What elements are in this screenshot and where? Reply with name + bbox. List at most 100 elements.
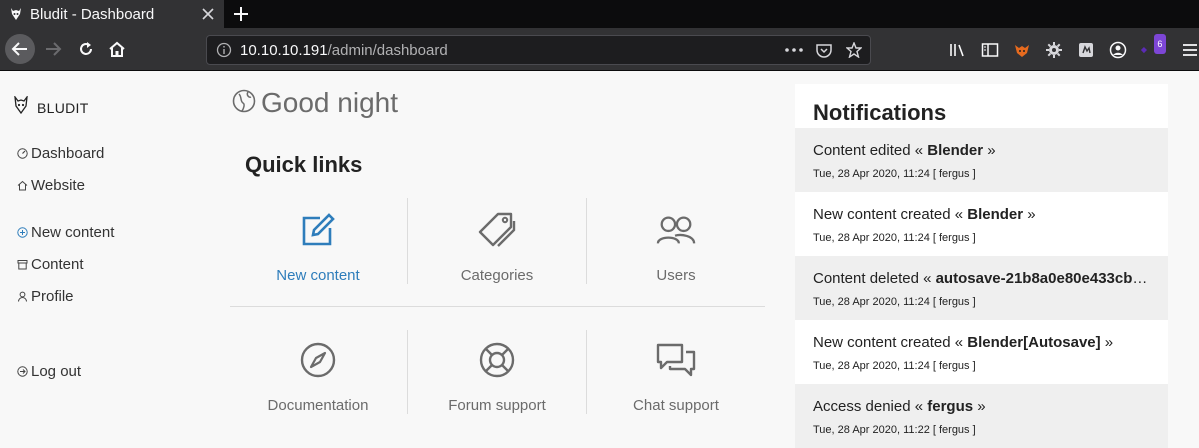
tab-bar: Bludit - Dashboard [0,0,1199,28]
page-actions-icon[interactable] [784,41,804,59]
url-path: /admin/dashboard [327,41,448,59]
notification-item: New content created « Blender[Autosave] … [795,320,1168,384]
home-icon [16,180,28,192]
quick-link-label: Forum support [448,397,546,414]
sidebar-toggle-icon[interactable] [980,40,1000,60]
extension-cookie-icon[interactable] [1076,40,1096,60]
sidebar-item-profile[interactable]: Profile [16,288,74,305]
notification-subject: Blender [927,142,984,159]
foxyproxy-icon[interactable] [1012,40,1032,60]
sidebar-item-content[interactable]: Content [16,256,84,273]
greeting-text: Good night [261,87,398,118]
notification-suffix: » [1100,334,1114,351]
url-host: 10.10.10.191 [240,41,328,59]
notification-subject: Blender [967,206,1024,223]
reload-icon[interactable] [71,34,101,64]
notification-suffix: » [1023,206,1036,223]
quick-link-label: Chat support [633,397,719,414]
quick-link-label: Categories [460,267,534,284]
notification-prefix: Content edited « [813,142,928,159]
sidebar-item-label: New content [31,224,115,241]
sidebar-item-label: Content [31,256,84,273]
page-content: BLUDIT Dashboard Website New content Con… [0,72,1199,448]
dashboard-main: Good night Quick links New content Categ… [222,72,782,447]
bookmark-star-icon[interactable] [844,41,864,59]
notification-meta: Tue, 28 Apr 2020, 11:24 [ fergus ] [813,360,976,372]
notification-suffix: … [1149,270,1153,287]
quick-link-documentation[interactable]: Documentation [229,328,407,414]
site-info-icon[interactable] [216,42,232,58]
settings-gear-icon[interactable] [1044,40,1064,60]
url-text: 10.10.10.191/admin/dashboard [240,42,448,59]
account-icon[interactable] [1108,40,1128,60]
notification-meta: Tue, 28 Apr 2020, 11:22 [ fergus ] [813,424,976,436]
notification-subject: autosave-21b8a0e80e433cb74 [935,270,1150,287]
navigation-toolbar: 10.10.10.191/admin/dashboard 6 [0,28,1199,71]
tags-icon [477,210,517,249]
notification-meta: Tue, 28 Apr 2020, 11:24 [ fergus ] [813,232,976,244]
extension-purple-icon[interactable]: 6 [1140,34,1166,60]
quick-link-label: Documentation [267,397,369,414]
users-icon [656,210,696,249]
brand-name: BLUDIT [37,99,89,116]
notification-meta: Tue, 28 Apr 2020, 11:24 [ fergus ] [813,296,976,308]
compass-icon [298,340,338,379]
hamburger-menu-icon[interactable] [1180,40,1199,60]
dashboard-icon [16,148,28,160]
forward-icon[interactable] [38,34,68,64]
greeting: Good night [232,87,398,119]
sidebar: BLUDIT Dashboard Website New content Con… [0,72,210,447]
edit-icon [298,210,338,249]
sidebar-item-dashboard[interactable]: Dashboard [16,145,104,162]
notification-subject: Blender[Autosave] [967,334,1101,351]
quick-link-label: New content [276,267,360,284]
notification-item: New content created « Blender » Tue, 28 … [795,192,1168,256]
notification-prefix: New content created « [813,206,968,223]
sidebar-item-label: Log out [31,363,82,380]
sidebar-item-label: Website [31,177,85,194]
notifications-panel: Notifications Content edited « Blender »… [795,84,1168,448]
brand[interactable]: BLUDIT [14,94,89,119]
browser-tab[interactable]: Bludit - Dashboard [0,0,224,28]
quick-links-title: Quick links [245,152,363,177]
library-icon[interactable] [948,40,968,60]
chat-icon [656,340,696,379]
quick-link-label: Users [656,267,696,284]
sidebar-item-website[interactable]: Website [16,177,85,194]
notification-text: Content deleted « autosave-21b8a0e80e433… [813,270,1153,287]
notification-text: New content created « Blender[Autosave] … [813,334,1153,351]
notification-text: Access denied « fergus » [813,398,1153,415]
quick-link-categories[interactable]: Categories [408,198,586,284]
notification-text: Content edited « Blender » [813,142,1153,159]
pocket-icon[interactable] [814,41,834,59]
extension-badge: 6 [1153,34,1166,54]
back-icon[interactable] [5,34,35,64]
quick-link-new-content[interactable]: New content [229,198,407,284]
close-tab-icon[interactable] [200,6,216,22]
logout-icon [16,366,28,378]
notification-suffix: » [983,142,996,159]
notification-prefix: Content deleted « [813,270,936,287]
sidebar-item-new-content[interactable]: New content [16,224,114,241]
quick-link-chat-support[interactable]: Chat support [587,328,765,414]
notification-prefix: Access denied « [813,398,928,415]
tab-title: Bludit - Dashboard [30,5,155,23]
notification-meta: Tue, 28 Apr 2020, 11:24 [ fergus ] [813,168,976,180]
sidebar-item-label: Profile [31,288,74,305]
quick-link-forum-support[interactable]: Forum support [408,328,586,414]
bludit-favicon-icon [9,7,23,21]
plus-circle-icon [16,227,28,239]
home-icon[interactable] [102,34,132,64]
sidebar-item-label: Dashboard [31,145,105,162]
notification-item: Content edited « Blender » Tue, 28 Apr 2… [795,128,1168,192]
lifebuoy-icon [477,340,517,379]
notification-text: New content created « Blender » [813,206,1153,223]
notification-item: Content deleted « autosave-21b8a0e80e433… [795,256,1168,320]
moon-globe-icon [232,89,256,118]
quick-link-users[interactable]: Users [587,198,765,284]
person-icon [16,291,28,303]
notification-prefix: New content created « [813,334,968,351]
new-tab-icon[interactable] [230,3,252,25]
address-bar[interactable]: 10.10.10.191/admin/dashboard [206,35,871,65]
sidebar-item-logout[interactable]: Log out [16,363,81,380]
